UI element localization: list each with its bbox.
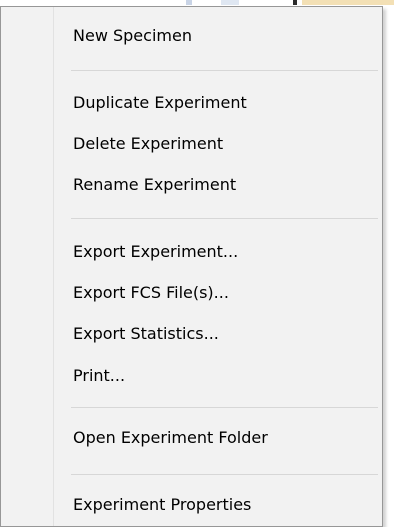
menu-item-export-fcs-files[interactable]: Export FCS File(s)... xyxy=(3,276,380,310)
background-fragment xyxy=(302,0,394,5)
background-fragment xyxy=(186,0,192,5)
menu-item-export-statistics[interactable]: Export Statistics... xyxy=(3,317,380,351)
menu-item-delete-experiment[interactable]: Delete Experiment xyxy=(3,127,380,161)
menu-separator xyxy=(71,218,378,219)
screenshot: New Specimen Duplicate Experiment Delete… xyxy=(0,0,394,527)
menu-separator xyxy=(71,474,378,475)
menu-item-print[interactable]: Print... xyxy=(3,359,380,393)
menu-item-duplicate-experiment[interactable]: Duplicate Experiment xyxy=(3,86,380,120)
context-menu: New Specimen Duplicate Experiment Delete… xyxy=(0,6,383,527)
background-fragment xyxy=(221,0,239,5)
menu-item-export-experiment[interactable]: Export Experiment... xyxy=(3,235,380,269)
menu-item-open-experiment-folder[interactable]: Open Experiment Folder xyxy=(3,421,380,455)
background-fragment xyxy=(293,0,297,5)
menu-item-new-specimen[interactable]: New Specimen xyxy=(3,19,380,53)
menu-separator xyxy=(71,70,378,71)
menu-separator xyxy=(71,407,378,408)
menu-item-rename-experiment[interactable]: Rename Experiment xyxy=(3,168,380,202)
menu-item-experiment-properties[interactable]: Experiment Properties xyxy=(3,488,380,522)
